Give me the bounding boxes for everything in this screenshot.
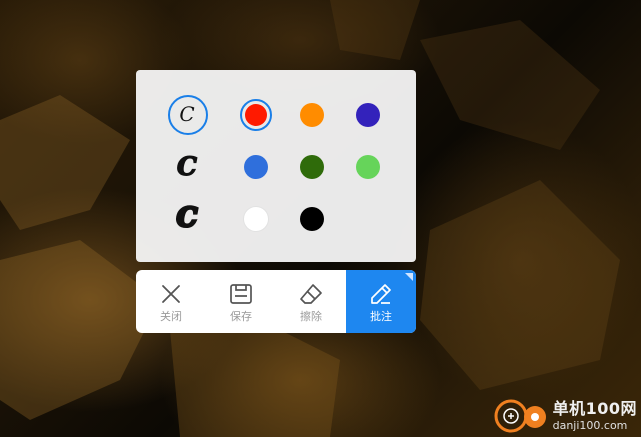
close-button[interactable]: 关闭 — [136, 270, 206, 333]
site-watermark: 单机100网 danji100.com — [491, 399, 637, 433]
watermark-url: danji100.com — [552, 419, 628, 432]
annotate-button[interactable]: 批注 — [346, 270, 416, 333]
active-corner-marker — [405, 273, 413, 281]
pen-large-glyph: C — [175, 203, 199, 233]
color-swatch-red[interactable] — [236, 95, 276, 135]
color-swatch-orange[interactable] — [292, 95, 332, 135]
color-dot-blue — [244, 155, 268, 179]
pen-size-large[interactable]: C — [167, 198, 207, 238]
annotation-toolbar: 关闭 保存 擦除 批注 — [136, 270, 416, 333]
pen-size-medium[interactable]: C — [167, 146, 207, 186]
color-swatch-light-green[interactable] — [348, 147, 388, 187]
watermark-brand: 单机100网 — [552, 399, 637, 418]
close-icon — [162, 285, 180, 303]
annotate-label: 批注 — [370, 310, 392, 323]
pen-size-small[interactable]: C — [167, 94, 207, 134]
color-swatch-indigo[interactable] — [348, 95, 388, 135]
color-swatch-dark-green[interactable] — [292, 147, 332, 187]
color-dot-dark-green — [300, 155, 324, 179]
color-dot-indigo — [356, 103, 380, 127]
erase-button[interactable]: 擦除 — [276, 270, 346, 333]
save-icon — [230, 284, 252, 304]
color-dot-white — [244, 207, 268, 231]
color-swatch-blue[interactable] — [236, 147, 276, 187]
eraser-icon — [300, 284, 322, 304]
color-dot-red — [245, 104, 267, 126]
color-dot-black — [300, 207, 324, 231]
watermark-logo-icon — [494, 399, 546, 433]
pen-medium-glyph: C — [176, 151, 197, 181]
color-swatch-white[interactable] — [236, 199, 276, 239]
color-dot-light-green — [356, 155, 380, 179]
annotation-style-panel: C C C — [136, 70, 416, 262]
pen-small-glyph: C — [179, 102, 195, 126]
erase-label: 擦除 — [300, 310, 322, 323]
color-swatch-black[interactable] — [292, 199, 332, 239]
save-button[interactable]: 保存 — [206, 270, 276, 333]
pencil-icon — [371, 284, 391, 304]
save-label: 保存 — [230, 310, 252, 323]
close-label: 关闭 — [160, 310, 182, 323]
color-dot-orange — [300, 103, 324, 127]
